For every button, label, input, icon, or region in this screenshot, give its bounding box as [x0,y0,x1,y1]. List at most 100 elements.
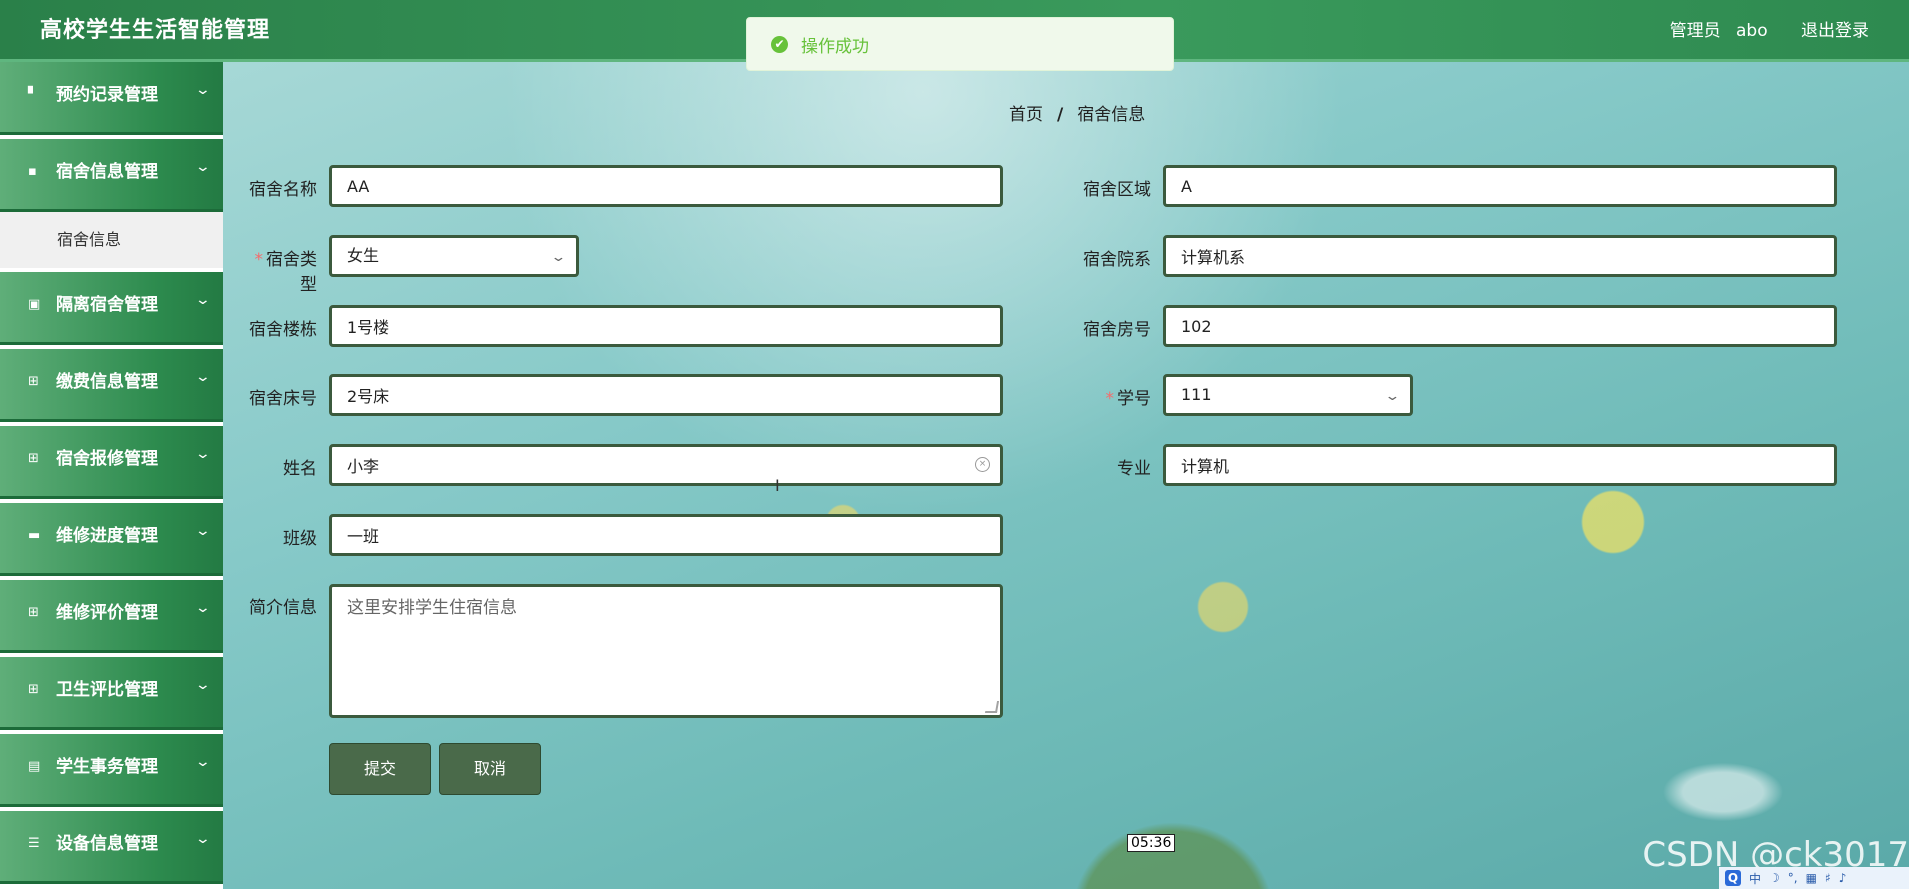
header-user-area: 管理员 abo 退出登录 [1670,16,1869,41]
chevron-down-icon: ⌄ [194,523,212,539]
breadcrumb: 首页 / 宿舍信息 [1009,100,1145,125]
chevron-down-icon: ⌄ [194,82,212,98]
tray-icon[interactable]: ♯ [1825,871,1831,885]
timestamp-label: 05:36 [1127,834,1176,852]
dorm-building-input[interactable] [347,308,935,344]
text-cursor-icon: I [775,476,780,495]
dorm-college-field[interactable] [1163,235,1837,277]
student-id-select[interactable]: 111 ⌄ [1163,374,1413,416]
sidebar-item-booking[interactable]: ▘ 预约记录管理 ⌄ [0,62,223,135]
sidebar-item-label: 卫生评比管理 [56,680,158,700]
dorm-bed-label: 宿舍床号 [249,389,317,409]
sidebar-item-label: 维修进度管理 [56,526,158,546]
sidebar-item-repair[interactable]: ⊞ 宿舍报修管理 ⌄ [0,426,223,499]
dorm-bed-field[interactable] [329,374,1003,416]
tray-icon[interactable]: ☽ [1769,871,1780,885]
dorm-type-label-text: 宿舍类型 [266,250,317,295]
cancel-button[interactable]: 取消 [439,743,541,795]
class-label: 班级 [283,529,317,549]
dorm-name-label: 宿舍名称 [249,180,317,200]
grid-icon: ⊞ [28,451,39,466]
dorm-bed-input[interactable] [347,377,935,413]
sidebar-item-repair-review[interactable]: ⊞ 维修评价管理 ⌄ [0,580,223,653]
sidebar-item-repair-progress[interactable]: ▬ 维修进度管理 ⌄ [0,503,223,576]
chevron-down-icon: ⌄ [194,292,212,308]
major-input[interactable] [1181,447,1769,483]
chevron-down-icon: ⌄ [1384,389,1401,404]
sidebar-item-label: 隔离宿舍管理 [56,295,158,315]
tray-q-icon[interactable]: Q [1725,870,1741,886]
sidebar-item-label: 宿舍信息管理 [56,162,158,182]
username: abo [1735,21,1768,41]
dorm-building-label: 宿舍楼栋 [249,320,317,340]
student-id-label-text: 学号 [1117,389,1151,409]
dorm-room-label: 宿舍房号 [1083,320,1151,340]
class-field[interactable] [329,514,1003,556]
student-id-label: * 学号 [1075,384,1152,409]
dorm-area-input[interactable] [1181,168,1769,204]
main-content: 首页/宿舍信息 宿舍名称 *宿舍类型 女生 ⌄ 宿舍楼栋 宿舍床号 姓名 × 班… [223,62,1909,889]
tray-icon[interactable]: ▦ [1806,871,1817,885]
name-field[interactable]: × [329,444,1003,486]
resize-handle-icon[interactable] [984,701,1000,713]
class-input[interactable] [347,517,935,553]
chevron-down-icon: ⌄ [194,677,212,693]
major-field[interactable] [1163,444,1837,486]
sidebar-item-hygiene[interactable]: ⊞ 卫生评比管理 ⌄ [0,657,223,730]
tray-icon[interactable]: °, [1788,871,1798,885]
sidebar-item-equipment[interactable]: ☰ 设备信息管理 ⌄ [0,811,223,884]
student-id-value: 111 [1181,385,1212,404]
breadcrumb-separator: / [1057,105,1064,125]
sidebar-item-label: 维修评价管理 [56,603,158,623]
system-tray: Q 中 ☽ °, ▦ ♯ ♪ [1719,867,1909,889]
intro-label: 简介信息 [249,598,317,618]
dorm-name-input[interactable] [347,168,935,204]
dorm-college-input[interactable] [1181,238,1769,274]
sidebar-item-label: 宿舍报修管理 [56,449,158,469]
chevron-down-icon: ⌄ [194,754,212,770]
chevron-down-icon: ⌄ [550,250,567,265]
checkbox-icon: ▣ [28,297,41,312]
required-mark: * [1105,389,1115,409]
dorm-type-select[interactable]: 女生 ⌄ [329,235,579,277]
sidebar-item-dorm-info[interactable]: ▪ 宿舍信息管理 ⌄ [0,139,223,212]
dorm-room-field[interactable] [1163,305,1837,347]
tray-icon[interactable]: ♪ [1839,871,1847,885]
intro-textarea[interactable]: 这里安排学生住宿信息 [329,584,1003,718]
sidebar-item-student-affairs[interactable]: ▤ 学生事务管理 ⌄ [0,734,223,807]
dorm-area-label: 宿舍区域 [1083,180,1151,200]
sidebar-item-payment[interactable]: ⊞ 缴费信息管理 ⌄ [0,349,223,422]
chevron-down-icon: ⌄ [194,831,212,847]
sidebar-item-label: 设备信息管理 [56,834,158,854]
name-input[interactable] [347,447,935,483]
dorm-college-label: 宿舍院系 [1083,250,1151,270]
intro-text: 这里安排学生住宿信息 [347,598,517,618]
sidebar-item-label: 预约记录管理 [56,85,158,105]
sidebar-item-label: 缴费信息管理 [56,372,158,392]
sidebar: ▘ 预约记录管理 ⌄ ▪ 宿舍信息管理 ⌄ 宿舍信息 ▣ 隔离宿舍管理 ⌄ ⊞ … [0,62,223,889]
major-label: 专业 [1117,459,1151,479]
dorm-area-field[interactable] [1163,165,1837,207]
chevron-down-icon: ⌄ [194,446,212,462]
breadcrumb-home[interactable]: 首页 [1009,105,1043,125]
sidebar-subitem-dorm-info[interactable]: 宿舍信息 [0,212,223,268]
logout-link[interactable]: 退出登录 [1801,21,1869,41]
toast-message: 操作成功 [801,36,869,57]
dorm-building-field[interactable] [329,305,1003,347]
chevron-down-icon: ⌄ [194,159,212,175]
user-role: 管理员 [1669,21,1721,41]
dorm-room-input[interactable] [1181,308,1769,344]
required-mark: * [254,250,264,270]
submit-button[interactable]: 提交 [329,743,431,795]
dorm-name-field[interactable] [329,165,1003,207]
tray-icon[interactable]: 中 [1749,870,1761,887]
list-icon: ☰ [28,836,40,851]
bookmark-icon: ▘ [28,87,38,102]
name-label: 姓名 [283,459,317,479]
chevron-down-icon: ⌄ [194,369,212,385]
chevron-down-icon: ⌄ [194,600,212,616]
app-title: 高校学生生活智能管理 [40,17,271,43]
clipboard-icon: ▤ [28,759,41,774]
sidebar-item-isolation[interactable]: ▣ 隔离宿舍管理 ⌄ [0,272,223,345]
clear-icon[interactable]: × [975,457,990,472]
